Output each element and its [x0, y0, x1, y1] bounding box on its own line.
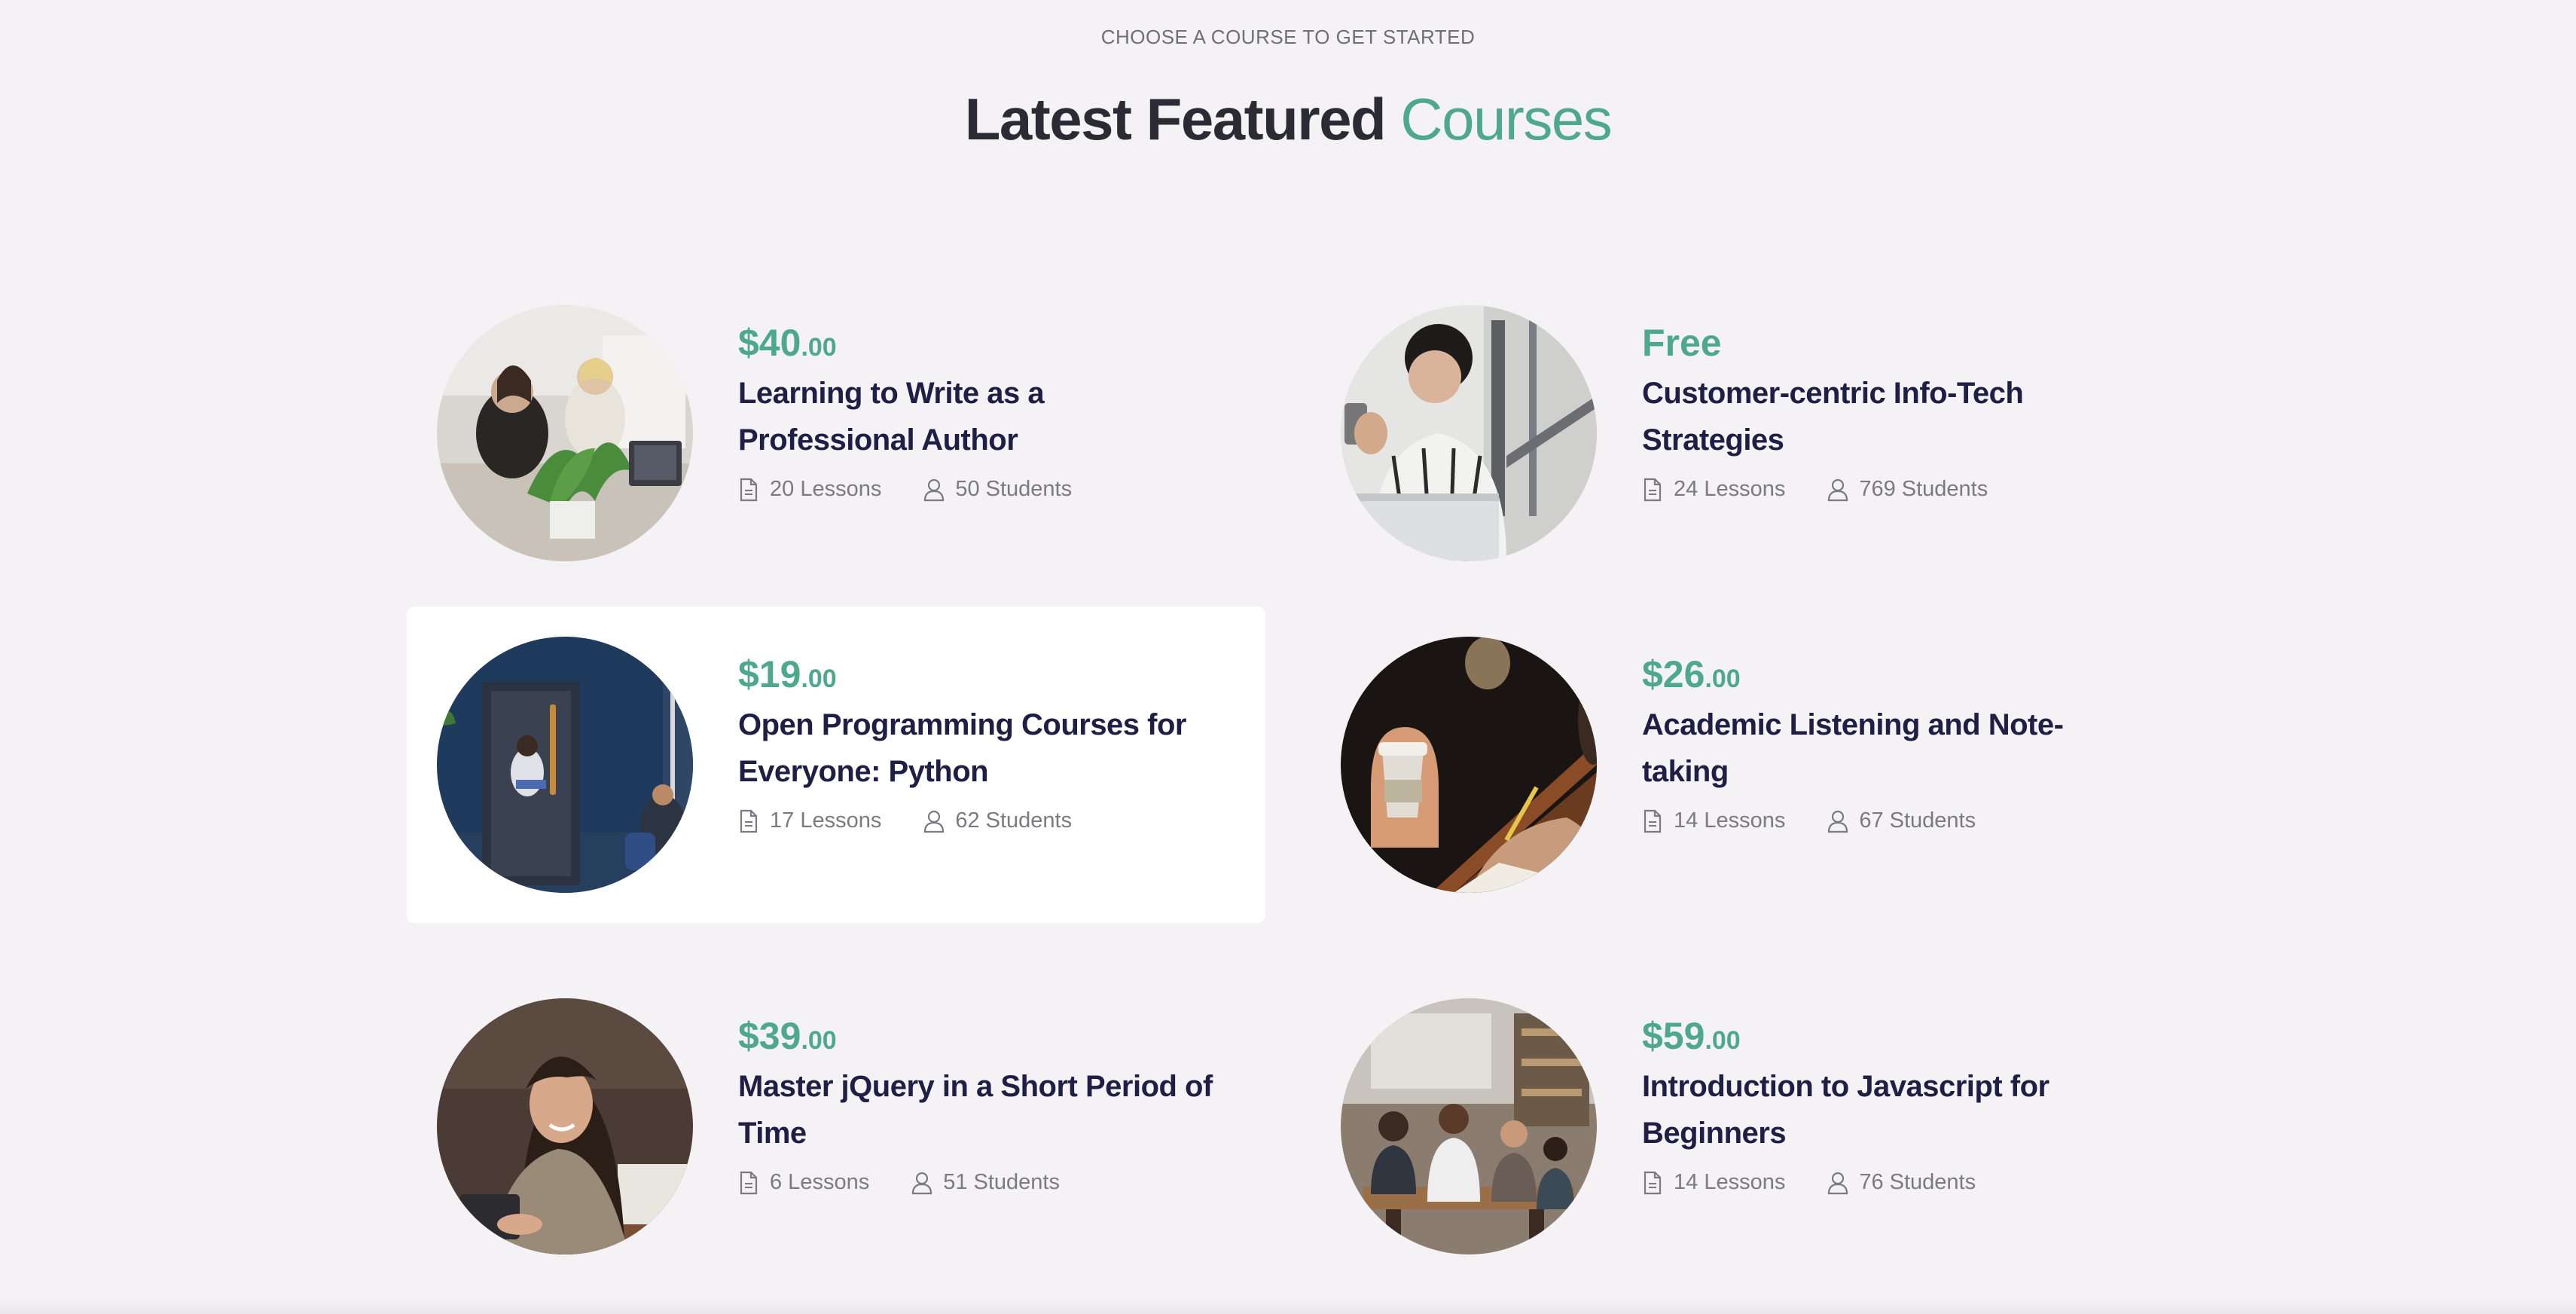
price-main: Free — [1642, 322, 1722, 364]
course-title[interactable]: Open Programming Courses for Everyone: P… — [738, 701, 1220, 795]
students-label: 67 Students — [1859, 808, 1976, 833]
section-title-accent: Courses — [1400, 86, 1612, 152]
course-card[interactable]: Free Customer-centric Info-Tech Strategi… — [1311, 275, 2169, 591]
price-cents: .00 — [1705, 665, 1741, 693]
lessons-count: 24 Lessons — [1642, 477, 1785, 502]
price-main: $40 — [738, 322, 801, 364]
lessons-count: 20 Lessons — [738, 477, 881, 502]
lessons-label: 14 Lessons — [1674, 808, 1786, 833]
section-title-main: Latest Featured — [964, 86, 1387, 152]
students-label: 76 Students — [1859, 1170, 1976, 1194]
price-main: $59 — [1642, 1015, 1705, 1057]
price-cents: .00 — [801, 333, 837, 362]
document-icon — [1644, 478, 1662, 501]
price-main: $39 — [738, 1015, 801, 1057]
course-card[interactable]: $26.00 Academic Listening and Note-takin… — [1311, 607, 2169, 923]
lessons-count: 14 Lessons — [1642, 808, 1785, 833]
user-icon — [912, 1172, 932, 1194]
user-icon — [1828, 478, 1848, 501]
course-price: $59.00 — [1642, 1013, 2124, 1059]
course-meta: 14 Lessons 67 Students — [1642, 808, 2124, 833]
price-main: $19 — [738, 653, 801, 695]
price-main: $26 — [1642, 653, 1705, 695]
course-price: $40.00 — [738, 320, 1220, 365]
course-image[interactable] — [1341, 305, 1597, 561]
course-price: $39.00 — [738, 1013, 1220, 1059]
bottom-edge — [0, 1297, 2576, 1314]
document-icon — [1644, 809, 1662, 833]
students-count: 76 Students — [1827, 1170, 1976, 1195]
course-meta: 6 Lessons 51 Students — [738, 1170, 1220, 1195]
course-image[interactable] — [1341, 637, 1597, 893]
lessons-count: 17 Lessons — [738, 808, 881, 833]
course-title[interactable]: Introduction to Javascript for Beginners — [1642, 1063, 2124, 1157]
course-meta: 14 Lessons 76 Students — [1642, 1170, 2124, 1195]
students-label: 50 Students — [955, 477, 1073, 501]
students-count: 50 Students — [923, 477, 1072, 502]
user-icon — [924, 810, 945, 833]
students-count: 67 Students — [1827, 808, 1976, 833]
students-count: 51 Students — [911, 1170, 1060, 1195]
lessons-count: 6 Lessons — [738, 1170, 869, 1195]
course-image[interactable] — [437, 998, 693, 1254]
students-count: 62 Students — [923, 808, 1072, 833]
lessons-label: 17 Lessons — [770, 808, 882, 833]
lessons-count: 14 Lessons — [1642, 1170, 1785, 1195]
course-card[interactable]: $19.00 Open Programming Courses for Ever… — [407, 607, 1265, 923]
user-icon — [924, 478, 945, 501]
price-cents: .00 — [1705, 1026, 1741, 1055]
course-price: Free — [1642, 320, 2124, 365]
section-title: Latest Featured Courses — [0, 81, 2576, 157]
course-card[interactable]: $39.00 Master jQuery in a Short Period o… — [407, 968, 1265, 1285]
course-meta: 17 Lessons 62 Students — [738, 808, 1220, 833]
students-label: 62 Students — [955, 808, 1073, 833]
lessons-label: 14 Lessons — [1674, 1170, 1786, 1194]
course-title[interactable]: Academic Listening and Note-taking — [1642, 701, 2124, 795]
course-image[interactable] — [437, 305, 693, 561]
lessons-label: 20 Lessons — [770, 477, 882, 501]
course-meta: 24 Lessons 769 Students — [1642, 477, 2124, 502]
document-icon — [740, 478, 758, 501]
students-count: 769 Students — [1827, 477, 1988, 502]
section-eyebrow: CHOOSE A COURSE TO GET STARTED — [1100, 26, 1476, 48]
course-title[interactable]: Learning to Write as a Professional Auth… — [738, 370, 1220, 463]
user-icon — [1828, 810, 1848, 833]
lessons-label: 6 Lessons — [770, 1170, 870, 1194]
document-icon — [1644, 1171, 1662, 1194]
course-card[interactable]: $40.00 Learning to Write as a Profession… — [407, 275, 1265, 591]
document-icon — [740, 1171, 758, 1194]
course-meta: 20 Lessons 50 Students — [738, 477, 1220, 502]
price-cents: .00 — [801, 665, 837, 693]
course-card[interactable]: $59.00 Introduction to Javascript for Be… — [1311, 968, 2169, 1285]
lessons-label: 24 Lessons — [1674, 477, 1786, 501]
document-icon — [740, 809, 758, 833]
price-cents: .00 — [801, 1026, 837, 1055]
students-label: 51 Students — [943, 1170, 1060, 1194]
course-price: $19.00 — [738, 652, 1220, 697]
course-image[interactable] — [437, 637, 693, 893]
students-label: 769 Students — [1859, 477, 1988, 501]
course-title[interactable]: Master jQuery in a Short Period of Time — [738, 1063, 1220, 1157]
course-price: $26.00 — [1642, 652, 2124, 697]
course-title[interactable]: Customer-centric Info-Tech Strategies — [1642, 370, 2124, 463]
course-image[interactable] — [1341, 998, 1597, 1254]
user-icon — [1828, 1172, 1848, 1194]
